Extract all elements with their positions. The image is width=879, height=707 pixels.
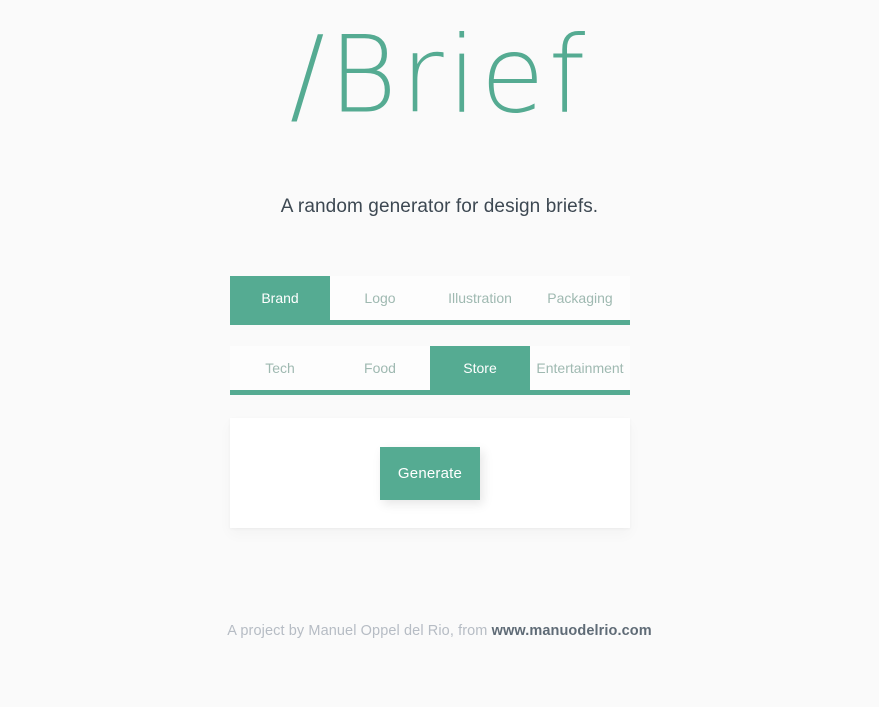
footer: A project by Manuel Oppel del Rio, from …: [0, 623, 879, 639]
brief-result-panel: Generate: [230, 418, 630, 528]
tagline: A random generator for design briefs.: [280, 196, 599, 217]
generate-button[interactable]: Generate: [380, 446, 480, 500]
sector-tab-block: Tech Food Store Entertainment: [230, 346, 630, 395]
footer-credit: A project by Manuel Oppel del Rio, from: [227, 623, 492, 639]
footer-website-link[interactable]: www.manuodelrio.com: [492, 623, 652, 639]
tab-brand[interactable]: Brand: [230, 276, 330, 325]
tab-food[interactable]: Food: [330, 346, 430, 390]
app-root: /Brief A random generator for design bri…: [0, 0, 879, 707]
tab-logo[interactable]: Logo: [330, 276, 430, 320]
tab-packaging[interactable]: Packaging: [530, 276, 630, 320]
tab-illustration[interactable]: Illustration: [430, 276, 530, 320]
tab-tech[interactable]: Tech: [230, 346, 330, 390]
title-container: /Brief: [0, 12, 879, 138]
sector-tab-row: Tech Food Store Entertainment: [230, 346, 630, 395]
category-tab-row: Brand Logo Illustration Packaging: [230, 276, 630, 325]
category-tab-block: Brand Logo Illustration Packaging: [230, 276, 630, 325]
tab-entertainment[interactable]: Entertainment: [530, 346, 630, 390]
tab-store[interactable]: Store: [430, 346, 530, 395]
page-title: /Brief: [289, 12, 590, 138]
